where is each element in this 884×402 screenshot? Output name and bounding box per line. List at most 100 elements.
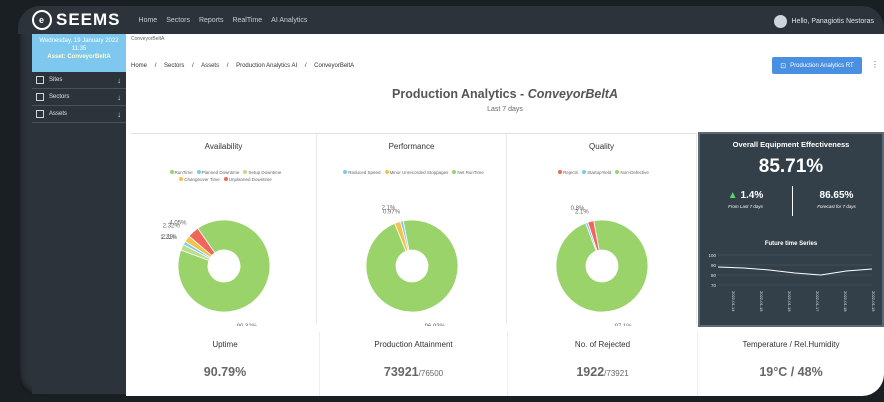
legend-label: StartupYield (587, 170, 612, 175)
arrow-down-icon: ↓ (117, 92, 121, 102)
legend-label: Unplanned Downtime (228, 177, 272, 182)
nav-home[interactable]: Home (139, 17, 158, 24)
x-tick-label: 2022-01-14 (731, 291, 736, 312)
legend-label: Net RunTime (457, 170, 484, 175)
legend-item[interactable]: Rejects (554, 170, 578, 175)
slice-label: 97.1% (615, 324, 633, 326)
arrow-down-icon: ↓ (117, 109, 121, 119)
current-date: Wednesday, 19 January 2022 (39, 38, 119, 44)
chart-icon: ⊡ (780, 62, 787, 70)
legend-dot (343, 170, 348, 174)
layers-icon (36, 93, 44, 101)
performance-panel: Performance Reduced Speed Minor Unrecorde… (317, 134, 507, 326)
oee-forecast-value: 86.65% (819, 190, 854, 201)
button-label: Production Analytics RT (790, 62, 854, 69)
value-total: /73921 (604, 369, 629, 378)
legend-item[interactable]: Unplanned Downtime (220, 177, 272, 182)
value-main: 90.79% (203, 365, 247, 379)
asset-crumb: ConveyorBeltA (131, 36, 165, 42)
x-tick-label: 2022-01-19 (871, 291, 876, 312)
oee-change: ▲ 1.4% From Last 7 days (700, 190, 791, 209)
current-asset: Asset: ConveyorBeltA (47, 54, 111, 60)
y-tick-label: 80 (711, 273, 717, 278)
legend-dot (169, 170, 174, 174)
card-label: Production Attainment (374, 340, 453, 349)
card-label: Uptime (212, 340, 238, 349)
quality-donut-chart: 97.1%0.8%2.1% (555, 206, 649, 326)
legend-dot (582, 170, 587, 174)
sidebar-item-label: Sectors (49, 94, 70, 100)
value-total: /76500 (418, 369, 444, 378)
legend-label: RunTime (174, 170, 193, 175)
card-value: 1922/73921 (508, 365, 697, 379)
card-label: Temperature / Rel.Humidity (742, 340, 840, 349)
legend-item[interactable]: Setup Downtime (239, 170, 281, 175)
legend-dot (223, 177, 228, 181)
hierarchy-icon (36, 110, 44, 118)
legend-label: Setup Downtime (248, 170, 282, 175)
value-main: 19°C / 48% (759, 365, 823, 379)
sidebar-item-assets[interactable]: Assets ↓ (32, 106, 126, 123)
legend-item[interactable]: StartupYield (578, 170, 611, 175)
breadcrumb-sep: / (154, 63, 157, 69)
oee-forecast-label: Forecast for 7 days (817, 204, 856, 209)
legend-item[interactable]: Minor Unrecorded Stoppages (381, 170, 449, 175)
user-menu[interactable]: Hello, Panagiotis Nestoras (773, 15, 874, 28)
sidebar-item-label: Assets (49, 111, 68, 117)
legend-item[interactable]: Net RunTime (448, 170, 484, 175)
date-box: Wednesday, 19 January 2022 11:35 Asset: … (32, 34, 126, 72)
future-time-series-chart: 100 90 80 70 2022-01-14 2022-01-15 2022-01-16 2… (708, 253, 876, 312)
sidebar-item-sites[interactable]: Sites ↓ (32, 72, 126, 89)
legend-item[interactable]: RunTime (166, 170, 193, 175)
more-options-icon[interactable]: ⋮ (871, 60, 879, 69)
legend-dot (558, 170, 563, 174)
oee-forecast: 86.65% Forecast for 7 days (791, 190, 882, 209)
y-tick-label: 90 (711, 263, 717, 268)
sidebar-item-sectors[interactable]: Sectors ↓ (32, 89, 126, 106)
breadcrumb-assets[interactable]: Assets (201, 63, 219, 69)
x-tick-label: 2022-01-16 (787, 291, 792, 312)
legend-item[interactable]: Reduced Speed (339, 170, 381, 175)
legend-label: Non-Defective (620, 170, 649, 175)
legend-label: Minor Unrecorded Stoppages (389, 170, 449, 175)
legend-item[interactable]: Non-Defective (611, 170, 649, 175)
y-tick-label: 70 (711, 283, 717, 288)
seems-logo[interactable]: e SEEMS (32, 10, 121, 30)
legend-dot (243, 170, 248, 174)
nav-realtime[interactable]: RealTime (232, 17, 262, 24)
rejected-card: No. of Rejected 1922/73921 (507, 332, 697, 396)
production-analytics-rt-button[interactable]: ⊡ Production Analytics RT (772, 57, 862, 74)
logo-icon: e (32, 10, 52, 30)
donut-slice[interactable] (555, 219, 649, 313)
donut-slice[interactable] (365, 219, 459, 313)
value-main: 1922 (576, 365, 605, 379)
legend-item[interactable]: Planned Downtime (193, 170, 239, 175)
legend-item[interactable]: Changeover Time (175, 177, 220, 182)
production-attainment-card: Production Attainment 73921/76500 (319, 332, 507, 396)
breadcrumb-current: ConveyorBeltA (314, 63, 355, 69)
nav-reports[interactable]: Reports (199, 17, 224, 24)
slice-label: 96.93% (425, 324, 446, 326)
nav-ai-analytics[interactable]: AI Analytics (271, 17, 307, 24)
nav-sectors[interactable]: Sectors (166, 17, 190, 24)
breadcrumb-production-analytics[interactable]: Production Analytics AI (236, 63, 297, 69)
logo-text: SEEMS (56, 10, 121, 29)
value-main: 73921 (383, 365, 419, 379)
slice-label: 1.21% (160, 235, 178, 241)
x-tick-label: 2022-01-18 (843, 291, 848, 312)
oee-value: 85.71% (758, 156, 824, 177)
breadcrumb-home[interactable]: Home (131, 63, 147, 69)
legend-label: Rejects (563, 170, 579, 175)
temperature-card: Temperature / Rel.Humidity 19°C / 48% (697, 332, 884, 396)
main-content: ConveyorBeltA Home / Sectors / Assets / … (126, 34, 884, 396)
card-value: 90.79% (131, 365, 319, 379)
oee-title: Overall Equipment Effectiveness (732, 140, 850, 149)
page-subtitle: Last 7 days (487, 106, 523, 113)
sidebar-item-label: Sites (49, 77, 63, 83)
legend-label: Reduced Speed (348, 170, 381, 175)
legend-dot (179, 177, 184, 181)
building-icon (36, 76, 44, 84)
legend-dot (452, 170, 457, 174)
avatar (773, 15, 787, 28)
breadcrumb-sectors[interactable]: Sectors (164, 63, 184, 69)
